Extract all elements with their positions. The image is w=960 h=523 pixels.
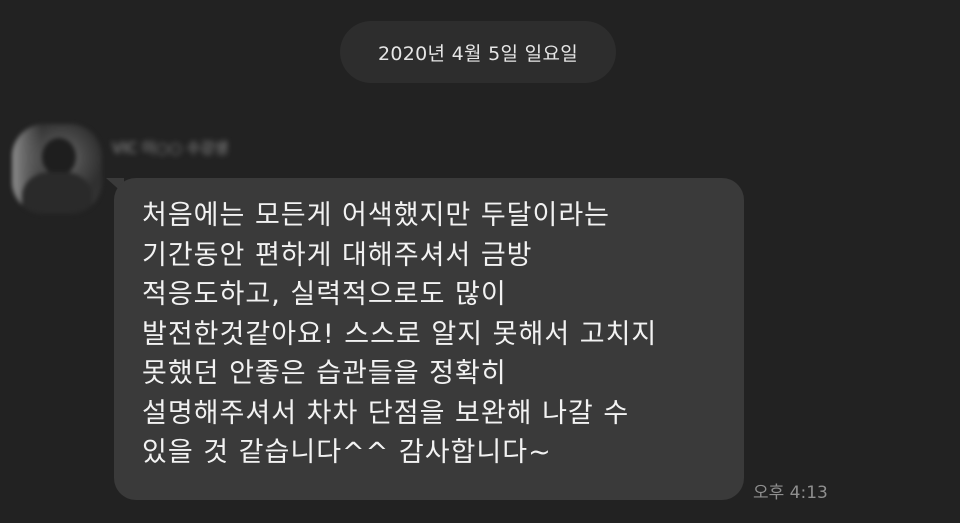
message-line: 있을 것 같습니다^^ 감사합니다~ bbox=[142, 437, 552, 468]
message-line: 기간동안 편하게 대해주셔서 금방 bbox=[142, 239, 533, 271]
avatar-head bbox=[42, 138, 76, 176]
message-timestamp: 오후 4:13 bbox=[753, 483, 828, 503]
message-line: 발전한것같아요! 스스로 알지 못해서 고치지 bbox=[142, 318, 658, 350]
sender-name: VIC 이○○ 수강생 bbox=[112, 139, 229, 157]
message-line: 처음에는 모든게 어색했지만 두달이라는 bbox=[142, 200, 611, 231]
message-line: 못했던 안좋은 습관들을 정확히 bbox=[142, 358, 507, 389]
avatar-body bbox=[22, 172, 92, 214]
message-line: 적응도하고, 실력적으로도 많이 bbox=[142, 279, 507, 310]
message-line: 설명해주셔서 차차 단점을 보완해 나갈 수 bbox=[142, 397, 630, 429]
message-bubble[interactable]: 처음에는 모든게 어색했지만 두달이라는 기간동안 편하게 대해주셔서 금방 적… bbox=[114, 178, 744, 500]
date-divider: 2020년 4월 5일 일요일 bbox=[340, 21, 616, 83]
avatar[interactable] bbox=[12, 124, 102, 214]
